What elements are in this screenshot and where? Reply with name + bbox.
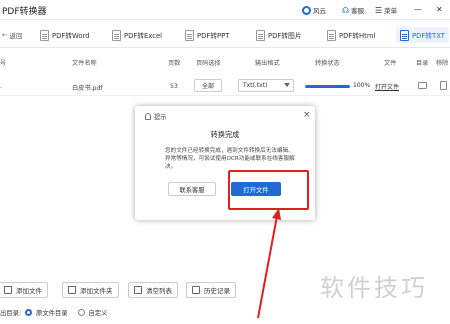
- user-name: 风云: [313, 7, 326, 15]
- highlight-box: [228, 170, 309, 210]
- row-pages: 53: [170, 83, 178, 90]
- col-filename: 文件名称: [72, 60, 97, 67]
- tab-pdf-image[interactable]: PDF转图片: [256, 27, 302, 43]
- folder-icon[interactable]: [418, 82, 427, 89]
- tab-label: PDF转图片: [268, 32, 302, 40]
- tab-label: PDF转Html: [339, 32, 376, 40]
- back-label: 返回: [9, 32, 23, 40]
- back-arrow-icon: ←: [2, 31, 8, 39]
- tab-pdf-excel[interactable]: PDF转Excel: [112, 27, 162, 43]
- close-window-button[interactable]: ✕: [436, 5, 443, 14]
- tab-bar: ← 返回 PDF转Word PDF转Excel PDF转PPT PDF转图片 P…: [0, 21, 450, 48]
- open-file-link[interactable]: 打开文件: [375, 82, 399, 91]
- dialog-title-bar: 提示: [145, 112, 167, 121]
- add-file-icon: [4, 286, 12, 294]
- row-index: .: [0, 83, 2, 90]
- button-label: 历史记录: [204, 287, 230, 295]
- tab-label: PDF转Excel: [124, 32, 163, 40]
- dialog-close-icon[interactable]: ×: [303, 110, 311, 120]
- clear-list-button[interactable]: 清空列表: [128, 282, 178, 298]
- clear-icon: [134, 286, 142, 294]
- row-filename: 白皮书.pdf: [72, 85, 103, 92]
- file-icon: [185, 29, 194, 41]
- tab-pdf-ppt[interactable]: PDF转PPT: [185, 27, 229, 43]
- menu-icon: ☰: [375, 5, 383, 15]
- col-file: 文件: [384, 60, 397, 67]
- tab-label: PDF转PPT: [197, 32, 230, 40]
- tab-label: PDF转Word: [52, 32, 90, 40]
- chevron-down-icon: [284, 83, 290, 87]
- add-folder-button[interactable]: 添加文件夹: [62, 282, 119, 298]
- user-area[interactable]: 风云: [302, 5, 326, 15]
- file-icon: [40, 29, 49, 41]
- menu-label: 菜单: [384, 7, 398, 15]
- tab-pdf-txt[interactable]: PDF转TXT: [396, 27, 449, 43]
- back-button[interactable]: ← 返回: [2, 30, 22, 40]
- output-label: 出目录:: [0, 309, 22, 317]
- headset-icon: ☊: [342, 5, 350, 15]
- history-icon: [192, 286, 200, 294]
- button-label: 添加文件: [16, 287, 42, 295]
- progress-bar: [305, 85, 350, 88]
- tab-pdf-html[interactable]: PDF转Html: [327, 27, 375, 43]
- app-title: PDF转换器: [2, 7, 47, 17]
- trash-icon[interactable]: [440, 81, 447, 90]
- col-pages: 页数: [168, 60, 181, 67]
- contact-service-button[interactable]: 联系客服: [168, 182, 216, 196]
- service-button[interactable]: ☊ 客服: [342, 5, 365, 16]
- progress-percent: 100%: [353, 82, 371, 89]
- file-icon: [400, 29, 409, 41]
- dialog-title: 提示: [154, 114, 167, 121]
- lightbulb-icon: [145, 113, 151, 120]
- radio-original-dir[interactable]: [25, 308, 33, 316]
- dialog-message: 您的文件已经转换完成，遇到文件转换后无法编辑、异常等情况，可尝试使用OCR功能或…: [165, 148, 295, 170]
- title-bar: PDF转换器 风云 ☊ 客服 ☰ 菜单 — ✕: [0, 0, 450, 20]
- format-value: Txt(.txt): [243, 82, 268, 89]
- col-status: 转换状态: [315, 60, 340, 67]
- user-icon: [302, 5, 311, 15]
- radio-custom-dir[interactable]: [77, 308, 85, 316]
- menu-button[interactable]: ☰ 菜单: [375, 5, 398, 16]
- button-label: 清空列表: [146, 287, 172, 295]
- format-select[interactable]: Txt(.txt): [238, 79, 294, 92]
- add-file-button[interactable]: 添加文件: [0, 282, 48, 298]
- file-icon: [256, 29, 265, 41]
- history-button[interactable]: 历史记录: [186, 282, 236, 298]
- bottom-toolbar: 添加文件 添加文件夹 清空列表 历史记录: [0, 278, 450, 304]
- col-remove: 移除: [436, 60, 449, 67]
- radio-custom-label: 自定义: [88, 309, 108, 317]
- tab-pdf-word[interactable]: PDF转Word: [40, 27, 90, 43]
- add-folder-icon: [68, 286, 76, 294]
- button-label: 添加文件夹: [80, 287, 113, 295]
- dialog-heading: 转换完成: [210, 130, 240, 139]
- col-format: 输出格式: [255, 60, 280, 67]
- col-page-select: 页码选择: [196, 60, 221, 67]
- table-header: 号 文件名称 页数 页码选择 输出格式 转换状态 文件 目录 移除: [0, 52, 450, 70]
- tab-label: PDF转TXT: [412, 32, 445, 40]
- radio-original-label: 原文件目录: [36, 309, 68, 317]
- col-index: 号: [0, 60, 7, 67]
- file-icon: [327, 29, 336, 41]
- file-icon: [112, 29, 121, 41]
- service-label: 客服: [351, 7, 365, 15]
- page-select-button[interactable]: 全部: [194, 79, 222, 92]
- output-directory: 出目录: 原文件目录 自定义: [0, 306, 107, 318]
- minimize-button[interactable]: —: [414, 5, 422, 14]
- col-dir: 目录: [416, 60, 429, 67]
